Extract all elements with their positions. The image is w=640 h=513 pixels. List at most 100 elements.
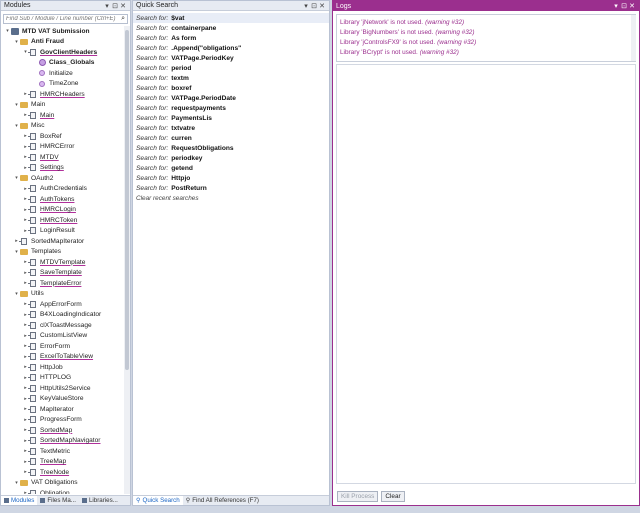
tree-item[interactable]: ▸ SortedMap <box>1 425 130 436</box>
tab-find-all-references[interactable]: ⚲ Find All References (F7) <box>183 496 262 505</box>
tree-item[interactable]: ▸ AuthTokens <box>1 194 130 205</box>
tree-item[interactable]: ▸ CustomListView <box>1 331 130 342</box>
recent-search-item[interactable]: Search for: VATPage.PeriodKey <box>133 53 329 63</box>
close-icon[interactable]: ✕ <box>318 2 326 10</box>
recent-search-item[interactable]: Search for: PaymentsLis <box>133 113 329 123</box>
tree-item[interactable]: ▸ SaveTemplate <box>1 268 130 279</box>
tree-item[interactable]: ▾ VAT Obligations <box>1 478 130 489</box>
collapse-icon[interactable]: ▾ <box>13 175 20 181</box>
recent-search-item[interactable]: Search for: boxref <box>133 83 329 93</box>
tree-item[interactable]: ▸ TextMetric <box>1 446 130 457</box>
search-icon[interactable]: ⌕ <box>121 15 125 23</box>
tree-item[interactable]: ▸ HttpJob <box>1 362 130 373</box>
tree-item[interactable]: ▸ Main <box>1 110 130 121</box>
tree-item[interactable]: ▸ TreeNode <box>1 467 130 478</box>
tree-item[interactable]: ▸ SortedMapIterator <box>1 236 130 247</box>
tab-files-manager[interactable]: Files Ma... <box>37 496 79 505</box>
tab-libraries[interactable]: Libraries... <box>79 496 121 505</box>
tree-item[interactable]: ▸ MTDVTemplate <box>1 257 130 268</box>
tree-item[interactable]: ▸ clXToastMessage <box>1 320 130 331</box>
tree-item[interactable]: ▸ AuthCredentials <box>1 184 130 195</box>
tree-item[interactable]: ▸ SortedMapNavigator <box>1 436 130 447</box>
tree-item[interactable]: ▾ Misc <box>1 121 130 132</box>
tree-item[interactable]: ▸ HMRCToken <box>1 215 130 226</box>
tree-item[interactable]: ▾ Templates <box>1 247 130 258</box>
tree-item[interactable]: ▸ AppErrorForm <box>1 299 130 310</box>
recent-search-item[interactable]: Search for: textm <box>133 73 329 83</box>
tree-item[interactable]: ▸ LoginResult <box>1 226 130 237</box>
recent-search-item[interactable]: Search for: PostReturn <box>133 183 329 193</box>
warning-item[interactable]: Library 'jControlsFX9' is not used. (warn… <box>340 37 632 47</box>
collapse-icon[interactable]: ▾ <box>13 123 20 129</box>
dock-icon[interactable]: ⊡ <box>310 2 318 10</box>
tree-item[interactable]: ▸ HMRCError <box>1 142 130 153</box>
dock-icon[interactable]: ⊡ <box>620 2 628 10</box>
log-output[interactable] <box>336 64 636 484</box>
warning-item[interactable]: Library 'BigNumbers' is not used. (warnin… <box>340 27 632 37</box>
tree-item[interactable]: Initialize <box>1 68 130 79</box>
pin-icon[interactable]: ▾ <box>103 2 111 10</box>
recent-search-item[interactable]: Search for: requestpayments <box>133 103 329 113</box>
recent-search-item[interactable]: Search for: periodkey <box>133 153 329 163</box>
warnings-list[interactable]: Library 'jNetwork' is not used. (warning … <box>336 14 636 62</box>
tree-item[interactable]: ▸ MTDV <box>1 152 130 163</box>
collapse-icon[interactable]: ▾ <box>4 28 11 34</box>
recent-search-item[interactable]: Search for: .Append("obligations" <box>133 43 329 53</box>
tree-item[interactable]: ▸ ProgressForm <box>1 415 130 426</box>
tree-item[interactable]: ▸ Obligation <box>1 488 130 494</box>
tree-item[interactable]: ▸ MapIterator <box>1 404 130 415</box>
warnings-scrollbar[interactable] <box>631 15 636 61</box>
close-icon[interactable]: ✕ <box>628 2 636 10</box>
recent-search-item[interactable]: Search for: As form <box>133 33 329 43</box>
tree-item[interactable]: ▸ HttpUtils2Service <box>1 383 130 394</box>
tree-item[interactable]: ▸ ExcelToTableView <box>1 352 130 363</box>
collapse-icon[interactable]: ▾ <box>13 291 20 297</box>
tree-scrollbar-thumb[interactable] <box>125 30 129 370</box>
dock-icon[interactable]: ⊡ <box>111 2 119 10</box>
tree-item[interactable]: ▾ GovClientHeaders <box>1 47 130 58</box>
recent-search-item[interactable]: Search for: RequestObligations <box>133 143 329 153</box>
tree-item[interactable]: ▸ TreeMap <box>1 457 130 468</box>
tree-item[interactable]: ▾ MTD VAT Submission <box>1 26 130 37</box>
tree-item[interactable]: ▸ ErrorForm <box>1 341 130 352</box>
recent-search-item[interactable]: Search for: containerpane <box>133 23 329 33</box>
tree-item[interactable]: Class_Globals <box>1 58 130 69</box>
pin-icon[interactable]: ▾ <box>302 2 310 10</box>
recent-search-item[interactable]: Search for: curren <box>133 133 329 143</box>
tree-item[interactable]: ▸ TemplateError <box>1 278 130 289</box>
recent-search-item[interactable]: Search for: $vat <box>133 13 329 23</box>
module-search-input[interactable] <box>6 16 122 22</box>
tree-item[interactable]: ▾ OAuth2 <box>1 173 130 184</box>
warning-item[interactable]: Library 'jNetwork' is not used. (warning … <box>340 17 632 27</box>
tab-quick-search[interactable]: ⚲ Quick Search <box>133 496 183 505</box>
tree-item[interactable]: ▸ BoxRef <box>1 131 130 142</box>
tab-modules[interactable]: Modules <box>1 496 38 505</box>
pin-icon[interactable]: ▾ <box>612 2 620 10</box>
warning-item[interactable]: Library 'BCrypt' is not used. (warning #3… <box>340 47 632 57</box>
tree-item[interactable]: ▸ KeyValueStore <box>1 394 130 405</box>
close-icon[interactable]: ✕ <box>119 2 127 10</box>
recent-search-item[interactable]: Search for: txtvatre <box>133 123 329 133</box>
collapse-icon[interactable]: ▾ <box>13 102 20 108</box>
collapse-icon[interactable]: ▾ <box>13 249 20 255</box>
collapse-icon[interactable]: ▾ <box>13 480 20 486</box>
tree-item[interactable]: ▸ Settings <box>1 163 130 174</box>
recent-search-item[interactable]: Search for: period <box>133 63 329 73</box>
tree-item[interactable]: ▸ HMRCHeaders <box>1 89 130 100</box>
kill-process-button[interactable]: Kill Process <box>337 491 379 502</box>
tree-item[interactable]: ▸ HTTPLOG <box>1 373 130 384</box>
tree-item[interactable]: ▾ Utils <box>1 289 130 300</box>
recent-search-item[interactable]: Search for: VATPage.PeriodDate <box>133 93 329 103</box>
module-tree[interactable]: ▾ MTD VAT Submission ▾ Anti Fraud ▾ GovClient… <box>1 26 130 494</box>
clear-logs-button[interactable]: Clear <box>381 491 405 502</box>
tree-scrollbar[interactable] <box>124 26 130 494</box>
clear-recent-searches-link[interactable]: Clear recent searches <box>133 193 329 203</box>
collapse-icon[interactable]: ▾ <box>13 39 20 45</box>
tree-item[interactable]: ▸ HMRCLogin <box>1 205 130 216</box>
tree-item[interactable]: ▾ Main <box>1 100 130 111</box>
tree-item[interactable]: ▸ B4XLoadingIndicator <box>1 310 130 321</box>
tree-item[interactable]: ▾ Anti Fraud <box>1 37 130 48</box>
recent-search-item[interactable]: Search for: Httpjo <box>133 173 329 183</box>
tree-item[interactable]: TimeZone <box>1 79 130 90</box>
recent-search-item[interactable]: Search for: getend <box>133 163 329 173</box>
